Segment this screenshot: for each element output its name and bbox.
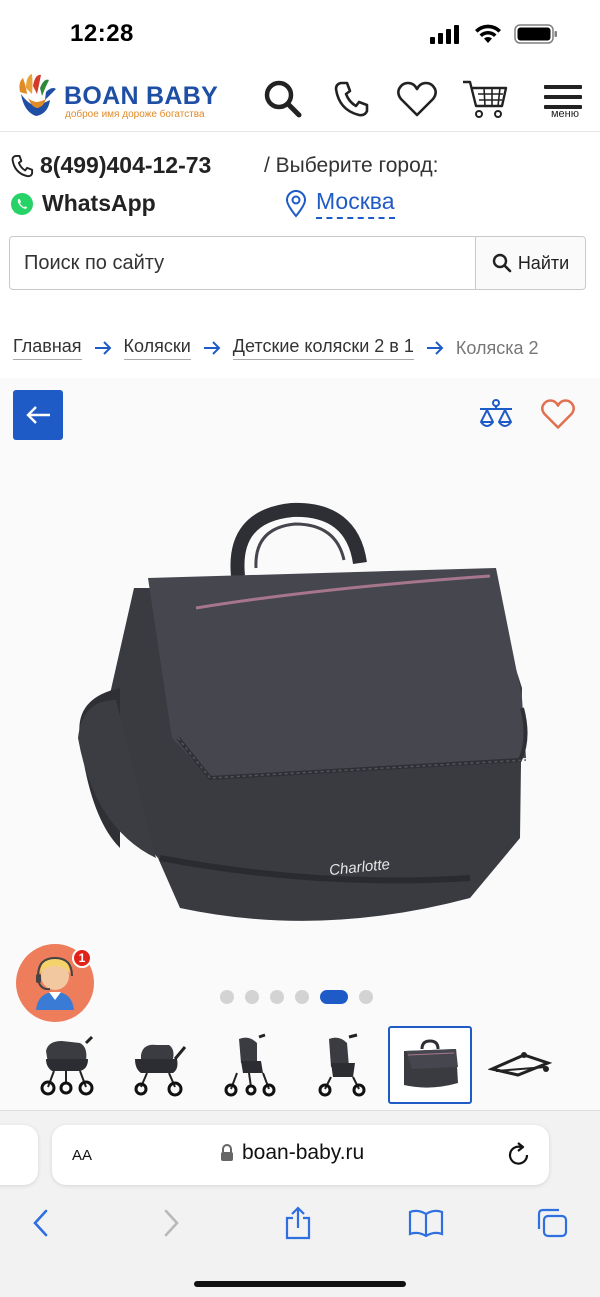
previous-tab-preview[interactable] xyxy=(0,1125,38,1185)
phone-icon xyxy=(11,154,34,177)
reload-button[interactable] xyxy=(507,1142,531,1173)
arrow-right-icon xyxy=(203,341,221,355)
search-submit-button[interactable]: Найти xyxy=(475,237,585,289)
location-pin-icon xyxy=(285,189,307,218)
share-button[interactable] xyxy=(276,1203,320,1243)
chevron-left-icon xyxy=(33,1209,48,1237)
browser-toolbar: AA boan-baby.ru xyxy=(0,1110,600,1297)
tabs-icon xyxy=(537,1208,568,1238)
city-selector[interactable]: Москва xyxy=(284,188,395,219)
site-search: Найти xyxy=(9,236,586,290)
favorites-button[interactable] xyxy=(394,76,440,122)
address-bar[interactable]: AA boan-baby.ru xyxy=(52,1125,549,1185)
site-logo[interactable]: BOAN BABY доброе имя дороже богатства xyxy=(14,70,224,122)
heart-icon xyxy=(541,399,575,429)
status-icons xyxy=(430,24,558,44)
phone-link[interactable]: 8(499)404-12-73 xyxy=(10,152,211,179)
battery-icon xyxy=(514,24,557,44)
reader-aa-button[interactable]: AA xyxy=(72,1143,92,1166)
lock-icon xyxy=(221,1144,233,1161)
hamburger-icon xyxy=(544,85,582,109)
thumbnail-frame-folded[interactable] xyxy=(478,1026,562,1104)
search-input[interactable] xyxy=(10,237,475,289)
cart-icon xyxy=(463,80,508,118)
product-gallery: Charlotte 1 xyxy=(0,378,600,1110)
aa-label: AA xyxy=(72,1147,93,1164)
thumbnail-stroller-seat[interactable] xyxy=(208,1026,292,1104)
product-image-bag: Charlotte xyxy=(78,502,528,921)
logo-tagline: доброе имя дороже богатства xyxy=(65,109,205,120)
chevron-right-icon xyxy=(164,1209,179,1237)
share-icon xyxy=(285,1206,311,1240)
chat-badge: 1 xyxy=(72,948,92,968)
breadcrumb-home[interactable]: Главная xyxy=(13,336,82,360)
menu-label: меню xyxy=(550,108,579,120)
hands-logo-icon xyxy=(19,74,56,116)
wifi-icon xyxy=(475,24,501,43)
status-time: 12:28 xyxy=(70,20,134,47)
favorite-product-button[interactable] xyxy=(540,398,576,435)
gallery-dot[interactable] xyxy=(359,990,373,1004)
back-button[interactable] xyxy=(13,390,63,440)
url-text: boan-baby.ru xyxy=(242,1141,365,1164)
gallery-dot[interactable] xyxy=(220,990,234,1004)
cart-button[interactable] xyxy=(462,76,508,122)
logo-name: BOAN BABY xyxy=(64,82,219,110)
scales-icon xyxy=(480,399,512,427)
breadcrumb-strollers[interactable]: Коляски xyxy=(123,336,191,360)
thumbnail-bag-selected[interactable] xyxy=(388,1026,472,1104)
whatsapp-label: WhatsApp xyxy=(42,190,156,216)
chat-operator-button[interactable]: 1 xyxy=(16,944,94,1022)
breadcrumb: Главная Коляски Детские коляски 2 в 1 Ко… xyxy=(13,332,600,364)
breadcrumb-strollers-2in1[interactable]: Детские коляски 2 в 1 xyxy=(232,336,414,360)
compare-button[interactable] xyxy=(478,398,514,437)
whatsapp-icon xyxy=(11,192,33,215)
book-icon xyxy=(408,1209,444,1237)
tabs-button[interactable] xyxy=(530,1203,574,1243)
gallery-dot-active[interactable] xyxy=(320,990,348,1004)
thumbnail-stroller-bassinet[interactable] xyxy=(24,1026,108,1104)
gallery-dot[interactable] xyxy=(245,990,259,1004)
arrow-right-icon xyxy=(426,341,444,355)
gallery-dot[interactable] xyxy=(270,990,284,1004)
thumbnail-stroller-footmuff[interactable] xyxy=(300,1026,384,1104)
browser-forward-button[interactable] xyxy=(150,1203,194,1243)
search-icon xyxy=(492,253,512,273)
call-button[interactable] xyxy=(328,76,374,122)
browser-nav-row xyxy=(0,1203,600,1243)
thumbnail-strip xyxy=(0,1024,600,1106)
search-icon xyxy=(264,80,302,118)
search-submit-label: Найти xyxy=(517,252,570,273)
city-prompt: / Выберите город: xyxy=(264,154,439,177)
arrow-right-icon xyxy=(94,341,112,355)
phone-number: 8(499)404-12-73 xyxy=(40,152,212,178)
arrow-left-icon xyxy=(26,406,50,424)
site-header: BOAN BABY доброе имя дороже богатства ме… xyxy=(0,70,600,132)
city-name: Москва xyxy=(316,188,395,219)
breadcrumb-current: Коляска 2 xyxy=(455,337,539,358)
thumbnail-bassinet-side[interactable] xyxy=(116,1026,200,1104)
reload-icon xyxy=(508,1142,529,1165)
gallery-dot[interactable] xyxy=(295,990,309,1004)
status-bar: 12:28 xyxy=(0,0,600,70)
browser-back-button[interactable] xyxy=(18,1203,62,1243)
gallery-pagination xyxy=(220,990,373,1004)
home-indicator[interactable] xyxy=(194,1281,406,1287)
url-display[interactable]: boan-baby.ru xyxy=(220,1141,364,1165)
search-button[interactable] xyxy=(260,76,306,122)
contact-block: 8(499)404-12-73 WhatsApp / Выберите горо… xyxy=(0,132,600,228)
whatsapp-link[interactable]: WhatsApp xyxy=(10,190,156,217)
signal-icon xyxy=(430,25,459,44)
heart-icon xyxy=(397,81,437,117)
phone-icon xyxy=(334,81,369,117)
bookmarks-button[interactable] xyxy=(404,1203,448,1243)
